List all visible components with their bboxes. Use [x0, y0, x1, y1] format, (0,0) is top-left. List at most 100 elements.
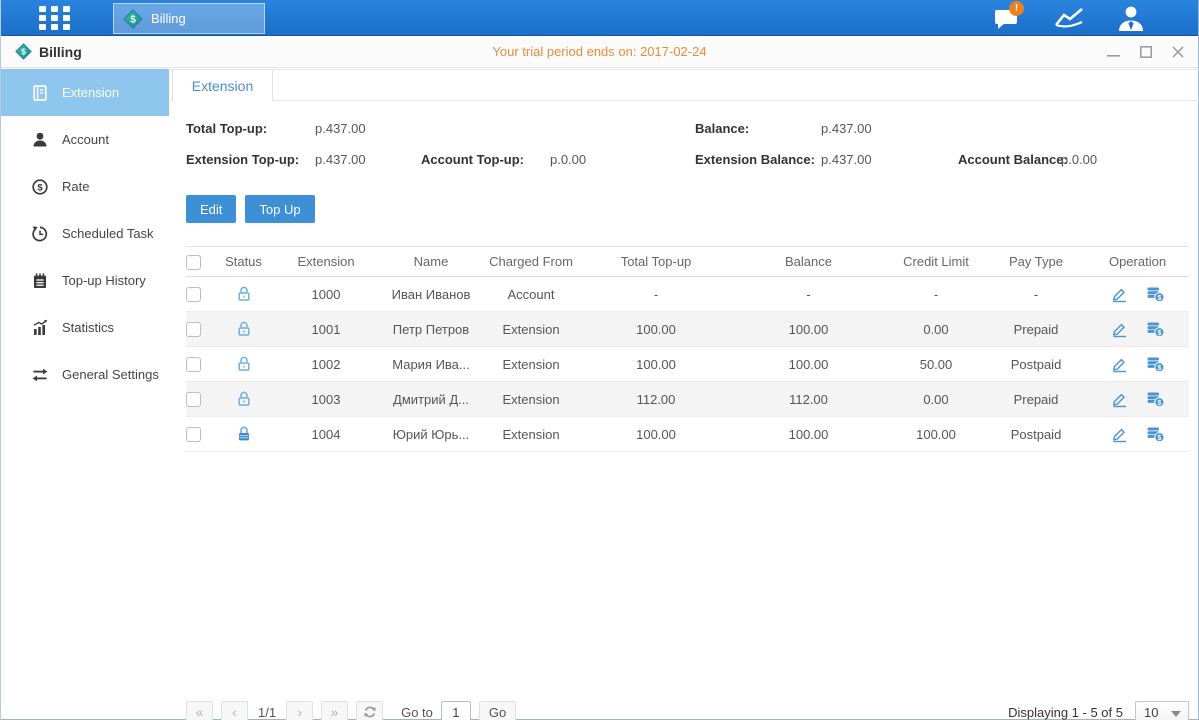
sidebar-item-extension[interactable]: Extension — [1, 69, 169, 116]
prev-page-button[interactable]: ‹ — [221, 701, 248, 720]
statistics-icon — [31, 319, 49, 337]
content-area: Extension Total Top-up: p.437.00 Balance… — [169, 69, 1199, 719]
select-all-checkbox[interactable] — [186, 255, 201, 270]
row-checkbox[interactable] — [186, 322, 201, 337]
extension-topup-label: Extension Top-up: — [186, 152, 299, 168]
balance-summary: Total Top-up: p.437.00 Balance: p.437.00… — [186, 115, 1189, 187]
page-indicator: 1/1 — [258, 705, 276, 720]
billing-title-icon: $ — [15, 43, 32, 60]
cell-pay-type: Prepaid — [986, 392, 1086, 407]
go-button[interactable]: Go — [479, 701, 516, 720]
extension-topup-value: p.437.00 — [315, 152, 366, 168]
table-header: Status Extension Name Charged From Total… — [186, 246, 1189, 277]
next-page-button[interactable]: › — [286, 701, 313, 720]
table-row: 1001 Петр Петров Extension 100.00 100.00… — [186, 312, 1189, 347]
topup-row-icon[interactable]: $ — [1146, 320, 1165, 338]
cell-extension: 1003 — [271, 392, 381, 407]
total-topup-label: Total Top-up: — [186, 121, 267, 137]
sidebar-item-statistics[interactable]: Statistics — [1, 304, 169, 351]
taskbar-tab-label: Billing — [151, 11, 186, 26]
edit-row-icon[interactable] — [1111, 426, 1128, 443]
table-row: 1003 Дмитрий Д... Extension 112.00 112.0… — [186, 382, 1189, 417]
cell-balance: 112.00 — [731, 392, 886, 407]
cell-balance: - — [731, 287, 886, 302]
svg-text:$: $ — [37, 182, 43, 193]
edit-row-icon[interactable] — [1111, 356, 1128, 373]
cell-credit-limit: 100.00 — [886, 427, 986, 442]
user-account-icon[interactable] — [1112, 3, 1150, 33]
account-balance-value: p.0.00 — [1061, 152, 1097, 168]
sidebar-item-account[interactable]: Account — [1, 116, 169, 163]
page-size-value: 10 — [1144, 705, 1158, 720]
minimize-icon[interactable] — [1107, 46, 1120, 58]
page-size-select[interactable]: 10 — [1135, 701, 1189, 720]
first-page-button[interactable]: « — [186, 701, 213, 720]
topup-row-icon[interactable]: $ — [1146, 355, 1165, 373]
edit-row-icon[interactable] — [1111, 286, 1128, 303]
row-checkbox[interactable] — [186, 427, 201, 442]
taskbar-tab-billing[interactable]: $ Billing — [113, 3, 265, 34]
tab-strip: Extension — [169, 69, 1199, 101]
last-page-button[interactable]: » — [321, 701, 348, 720]
trial-notice: Your trial period ends on: 2017-02-24 — [1, 44, 1198, 59]
table-body: 1000 Иван Иванов Account - - - - — [186, 277, 1189, 452]
svg-text:$: $ — [1157, 330, 1161, 337]
table-row: 1002 Мария Ива... Extension 100.00 100.0… — [186, 347, 1189, 382]
sidebar-item-topup-history[interactable]: Top-up History — [1, 257, 169, 304]
topup-row-icon[interactable]: $ — [1146, 390, 1165, 408]
sidebar-item-general-settings[interactable]: General Settings — [1, 351, 169, 398]
sidebar-item-rate[interactable]: $ Rate — [1, 163, 169, 210]
sidebar-item-label: Statistics — [62, 320, 114, 335]
cell-name: Дмитрий Д... — [381, 392, 481, 407]
sidebar-item-label: Account — [62, 132, 109, 147]
unlocked-icon — [235, 285, 253, 303]
chevron-down-icon — [1171, 711, 1181, 717]
row-checkbox[interactable] — [186, 357, 201, 372]
top-up-button[interactable]: Top Up — [245, 195, 314, 223]
topup-history-icon — [31, 272, 49, 290]
topup-row-icon[interactable]: $ — [1146, 285, 1165, 303]
billing-diamond-icon: $ — [123, 9, 143, 29]
unlocked-icon — [235, 355, 253, 373]
row-checkbox[interactable] — [186, 392, 201, 407]
sidebar-item-label: Top-up History — [62, 273, 146, 288]
goto-page-input[interactable] — [441, 701, 471, 720]
cell-pay-type: - — [986, 287, 1086, 302]
edit-button[interactable]: Edit — [186, 195, 236, 223]
refresh-button[interactable] — [356, 701, 383, 720]
pagination-info: Displaying 1 - 5 of 5 10 — [1008, 701, 1189, 720]
sidebar-item-label: General Settings — [62, 367, 159, 382]
svg-text:$: $ — [1157, 295, 1161, 302]
extension-balance-label: Extension Balance: — [695, 152, 815, 168]
maximize-icon[interactable] — [1140, 46, 1152, 58]
tab-extension[interactable]: Extension — [172, 69, 273, 101]
cell-charged-from: Extension — [481, 322, 581, 337]
svg-text:$: $ — [21, 47, 26, 57]
col-extension: Extension — [271, 254, 381, 269]
row-checkbox[interactable] — [186, 287, 201, 302]
table-row: 1000 Иван Иванов Account - - - - — [186, 277, 1189, 312]
pagination-bar: « ‹ 1/1 › » Go t — [186, 699, 1189, 720]
close-icon[interactable] — [1172, 46, 1184, 58]
messages-icon[interactable]: ! — [988, 3, 1026, 33]
col-credit-limit: Credit Limit — [886, 254, 986, 269]
edit-row-icon[interactable] — [1111, 321, 1128, 338]
topup-row-icon[interactable]: $ — [1146, 425, 1165, 443]
cell-charged-from: Extension — [481, 392, 581, 407]
cell-name: Мария Ива... — [381, 357, 481, 372]
cell-pay-type: Postpaid — [986, 427, 1086, 442]
sidebar-item-scheduled-task[interactable]: Scheduled Task — [1, 210, 169, 257]
cell-credit-limit: 50.00 — [886, 357, 986, 372]
extension-icon — [31, 84, 49, 102]
action-buttons: Edit Top Up — [186, 195, 1189, 223]
cell-total-topup: 100.00 — [581, 357, 731, 372]
extension-table: Status Extension Name Charged From Total… — [186, 246, 1189, 452]
statistics-chart-icon[interactable] — [1050, 3, 1088, 33]
billing-app-window: $ Billing ! — [0, 0, 1199, 720]
cell-total-topup: - — [581, 287, 731, 302]
unlocked-icon — [235, 390, 253, 408]
edit-row-icon[interactable] — [1111, 391, 1128, 408]
extension-balance-value: p.437.00 — [821, 152, 872, 168]
cell-pay-type: Postpaid — [986, 357, 1086, 372]
apps-grid-icon[interactable] — [39, 6, 70, 31]
